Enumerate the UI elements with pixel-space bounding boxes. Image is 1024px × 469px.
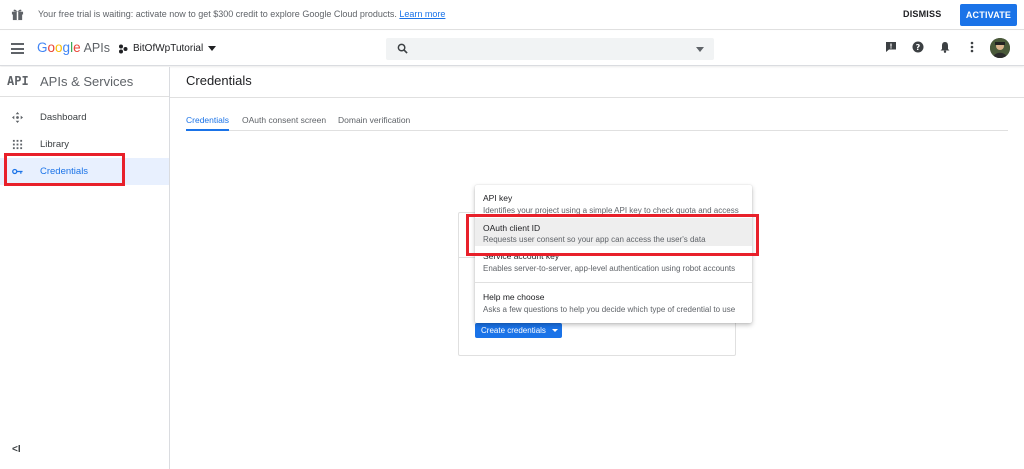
menu-item-description: Requests user consent so your app can ac… [483, 235, 706, 244]
sidebar-title: APIs & Services [40, 74, 134, 89]
sidebar-header: API APIs & Services [0, 67, 169, 97]
activate-button[interactable]: ACTIVATE [960, 4, 1017, 26]
trial-banner: Your free trial is waiting: activate now… [0, 0, 1024, 30]
avatar[interactable] [990, 38, 1010, 58]
more-vert-icon[interactable] [966, 41, 978, 53]
sidebar-item-library[interactable]: Library [0, 131, 169, 158]
menu-item-service-account-key[interactable]: Service account key Enables server-to-se… [475, 251, 752, 277]
api-badge-icon: API [7, 74, 29, 88]
create-credentials-label: Create credentials [481, 326, 546, 335]
create-credentials-menu: API key Identifies your project using a … [475, 185, 752, 323]
help-icon[interactable]: ? [912, 41, 924, 53]
menu-item-title: OAuth client ID [483, 223, 541, 233]
dashboard-icon [12, 112, 23, 123]
library-icon [12, 139, 23, 150]
search-dropdown-icon[interactable] [696, 47, 704, 52]
banner-message: Your free trial is waiting: activate now… [38, 9, 446, 19]
key-icon [12, 168, 23, 175]
project-selector[interactable]: BitOfWpTutorial [118, 43, 217, 54]
menu-item-description: Asks a few questions to help you decide … [483, 305, 736, 314]
svg-text:?: ? [916, 43, 921, 52]
chevron-down-icon [208, 46, 217, 51]
sidebar-item-label: Library [40, 139, 70, 150]
tab-oauth-consent-screen[interactable]: OAuth consent screen [242, 115, 326, 131]
sidebar-item-label: Credentials [40, 166, 89, 177]
sidebar-item-credentials[interactable]: Credentials [0, 158, 169, 185]
feedback-icon[interactable] [885, 41, 897, 53]
menu-item-description: Enables server-to-server, app-level auth… [483, 264, 736, 273]
project-dots-icon [119, 44, 128, 53]
menu-item-description: Identifies your project using a simple A… [483, 206, 739, 215]
create-credentials-button[interactable]: Create credentials [475, 323, 562, 338]
menu-item-title: Service account key [483, 251, 560, 261]
menu-icon[interactable] [11, 43, 24, 54]
learn-more-link[interactable]: Learn more [399, 9, 445, 19]
menu-item-help-me-choose[interactable]: Help me choose Asks a few questions to h… [475, 292, 752, 318]
menu-item-title: Help me choose [483, 292, 545, 302]
notifications-icon[interactable] [939, 41, 951, 53]
gift-icon [11, 9, 24, 21]
header-divider [170, 97, 1024, 98]
page-title: Credentials [186, 73, 252, 88]
sidebar: API APIs & Services Dashboard Library Cr… [0, 67, 170, 469]
search-input[interactable] [416, 41, 676, 57]
sidebar-item-label: Dashboard [40, 112, 87, 123]
menu-divider [475, 282, 752, 283]
menu-item-api-key[interactable]: API key Identifies your project using a … [475, 193, 752, 219]
sidebar-item-dashboard[interactable]: Dashboard [0, 104, 169, 131]
dismiss-button[interactable]: DISMISS [903, 9, 941, 19]
search-bar[interactable] [386, 38, 714, 60]
tab-credentials[interactable]: Credentials [186, 115, 229, 131]
project-name: BitOfWpTutorial [133, 43, 204, 54]
tab-domain-verification[interactable]: Domain verification [338, 115, 410, 131]
chevron-down-icon [551, 329, 558, 332]
menu-item-oauth-client-id[interactable]: OAuth client ID Requests user consent so… [475, 218, 752, 246]
menu-item-title: API key [483, 193, 513, 203]
credentials-tabs: Credentials OAuth consent screen Domain … [186, 113, 1008, 131]
google-apis-logo[interactable]: Google APIs [37, 40, 110, 55]
search-icon [397, 43, 408, 54]
avatar-image-icon [990, 38, 1010, 58]
collapse-sidebar-icon[interactable]: <I [12, 444, 21, 455]
